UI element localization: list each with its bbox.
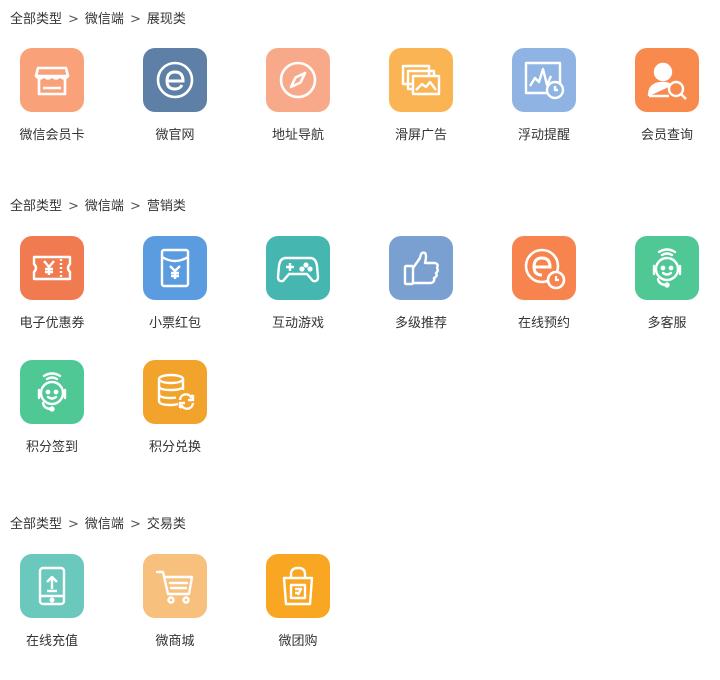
headset-agent-icon: [20, 360, 84, 424]
tile-points-exchange[interactable]: 积分兑换: [123, 360, 227, 460]
tile-member-query[interactable]: 会员查询: [615, 48, 719, 148]
tile-label: 积分签到: [25, 440, 78, 455]
user-search-icon: [635, 48, 699, 112]
tile-e-coupon[interactable]: 电子优惠券: [0, 236, 104, 336]
breadcrumb: 全部类型 > 微信端 > 展现类: [10, 12, 186, 28]
chart-clock-icon: [512, 48, 576, 112]
tile-multi-level-referral[interactable]: 多级推荐: [369, 236, 473, 336]
breadcrumb-category: 展现类: [146, 12, 186, 27]
tile-online-booking[interactable]: 在线预约: [492, 236, 596, 336]
tile-address-nav[interactable]: 地址导航: [246, 48, 350, 148]
image-slides-icon: [389, 48, 453, 112]
breadcrumb-separator: >: [129, 517, 141, 532]
tile-member-card[interactable]: 微信会员卡: [0, 48, 104, 148]
tile-online-recharge[interactable]: 在线充值: [0, 554, 104, 654]
breadcrumb-channel[interactable]: 微信端: [85, 12, 124, 27]
tile-label: 微团购: [278, 634, 318, 649]
breadcrumb-category: 营销类: [146, 199, 186, 214]
breadcrumb-separator: >: [129, 199, 141, 214]
tile-multi-service[interactable]: 多客服: [615, 236, 719, 336]
tile-group-buy[interactable]: 微团购: [246, 554, 350, 654]
tile-slide-ads[interactable]: 滑屏广告: [369, 48, 473, 148]
breadcrumb-root[interactable]: 全部类型: [10, 12, 62, 27]
breadcrumb-separator: >: [129, 12, 141, 27]
shopping-cart-icon: [143, 554, 207, 618]
breadcrumb-channel[interactable]: 微信端: [85, 517, 124, 532]
tile-label: 积分兑换: [148, 440, 201, 455]
breadcrumb-separator: >: [68, 199, 79, 214]
tile-label: 滑屏广告: [394, 128, 447, 143]
tile-label: 小票红包: [148, 316, 201, 331]
shopping-bag-icon: [266, 554, 330, 618]
browser-e-icon: [143, 48, 207, 112]
database-exchange-icon: [143, 360, 207, 424]
tile-label: 在线充值: [25, 634, 78, 649]
breadcrumb: 全部类型 > 微信端 > 交易类: [10, 517, 186, 533]
storefront-icon: [20, 48, 84, 112]
phone-upload-icon: [20, 554, 84, 618]
tile-micro-mall[interactable]: 微商城: [123, 554, 227, 654]
breadcrumb-root[interactable]: 全部类型: [10, 199, 62, 214]
breadcrumb: 全部类型 > 微信端 > 营销类: [10, 199, 186, 215]
tile-label: 微官网: [155, 128, 195, 143]
tile-label: 电子优惠券: [19, 316, 85, 331]
breadcrumb-root[interactable]: 全部类型: [10, 517, 62, 532]
browser-clock-icon: [512, 236, 576, 300]
breadcrumb-category: 交易类: [146, 517, 186, 532]
red-envelope-icon: [143, 236, 207, 300]
tile-label: 在线预约: [517, 316, 570, 331]
tile-label: 浮动提醒: [517, 128, 570, 143]
breadcrumb-separator: >: [68, 517, 79, 532]
tile-label: 多客服: [647, 316, 687, 331]
tile-label: 地址导航: [271, 128, 324, 143]
headset-agent-icon: [635, 236, 699, 300]
tile-receipt-envelope[interactable]: 小票红包: [123, 236, 227, 336]
tile-points-checkin[interactable]: 积分签到: [0, 360, 104, 460]
feature-catalog: 全部类型 > 微信端 > 展现类 微信会员卡 微官网 地址导航 滑屏广告 浮动提…: [0, 0, 720, 680]
tile-label: 微信会员卡: [19, 128, 85, 143]
tile-micro-site[interactable]: 微官网: [123, 48, 227, 148]
tile-label: 微商城: [155, 634, 195, 649]
tile-label: 会员查询: [640, 128, 693, 143]
breadcrumb-separator: >: [68, 12, 79, 27]
tile-label: 互动游戏: [271, 316, 324, 331]
tile-interactive-game[interactable]: 互动游戏: [246, 236, 350, 336]
breadcrumb-channel[interactable]: 微信端: [85, 199, 124, 214]
tile-label: 多级推荐: [394, 316, 447, 331]
tile-float-reminder[interactable]: 浮动提醒: [492, 48, 596, 148]
thumbs-up-icon: [389, 236, 453, 300]
compass-icon: [266, 48, 330, 112]
gamepad-icon: [266, 236, 330, 300]
coupon-ticket-icon: [20, 236, 84, 300]
